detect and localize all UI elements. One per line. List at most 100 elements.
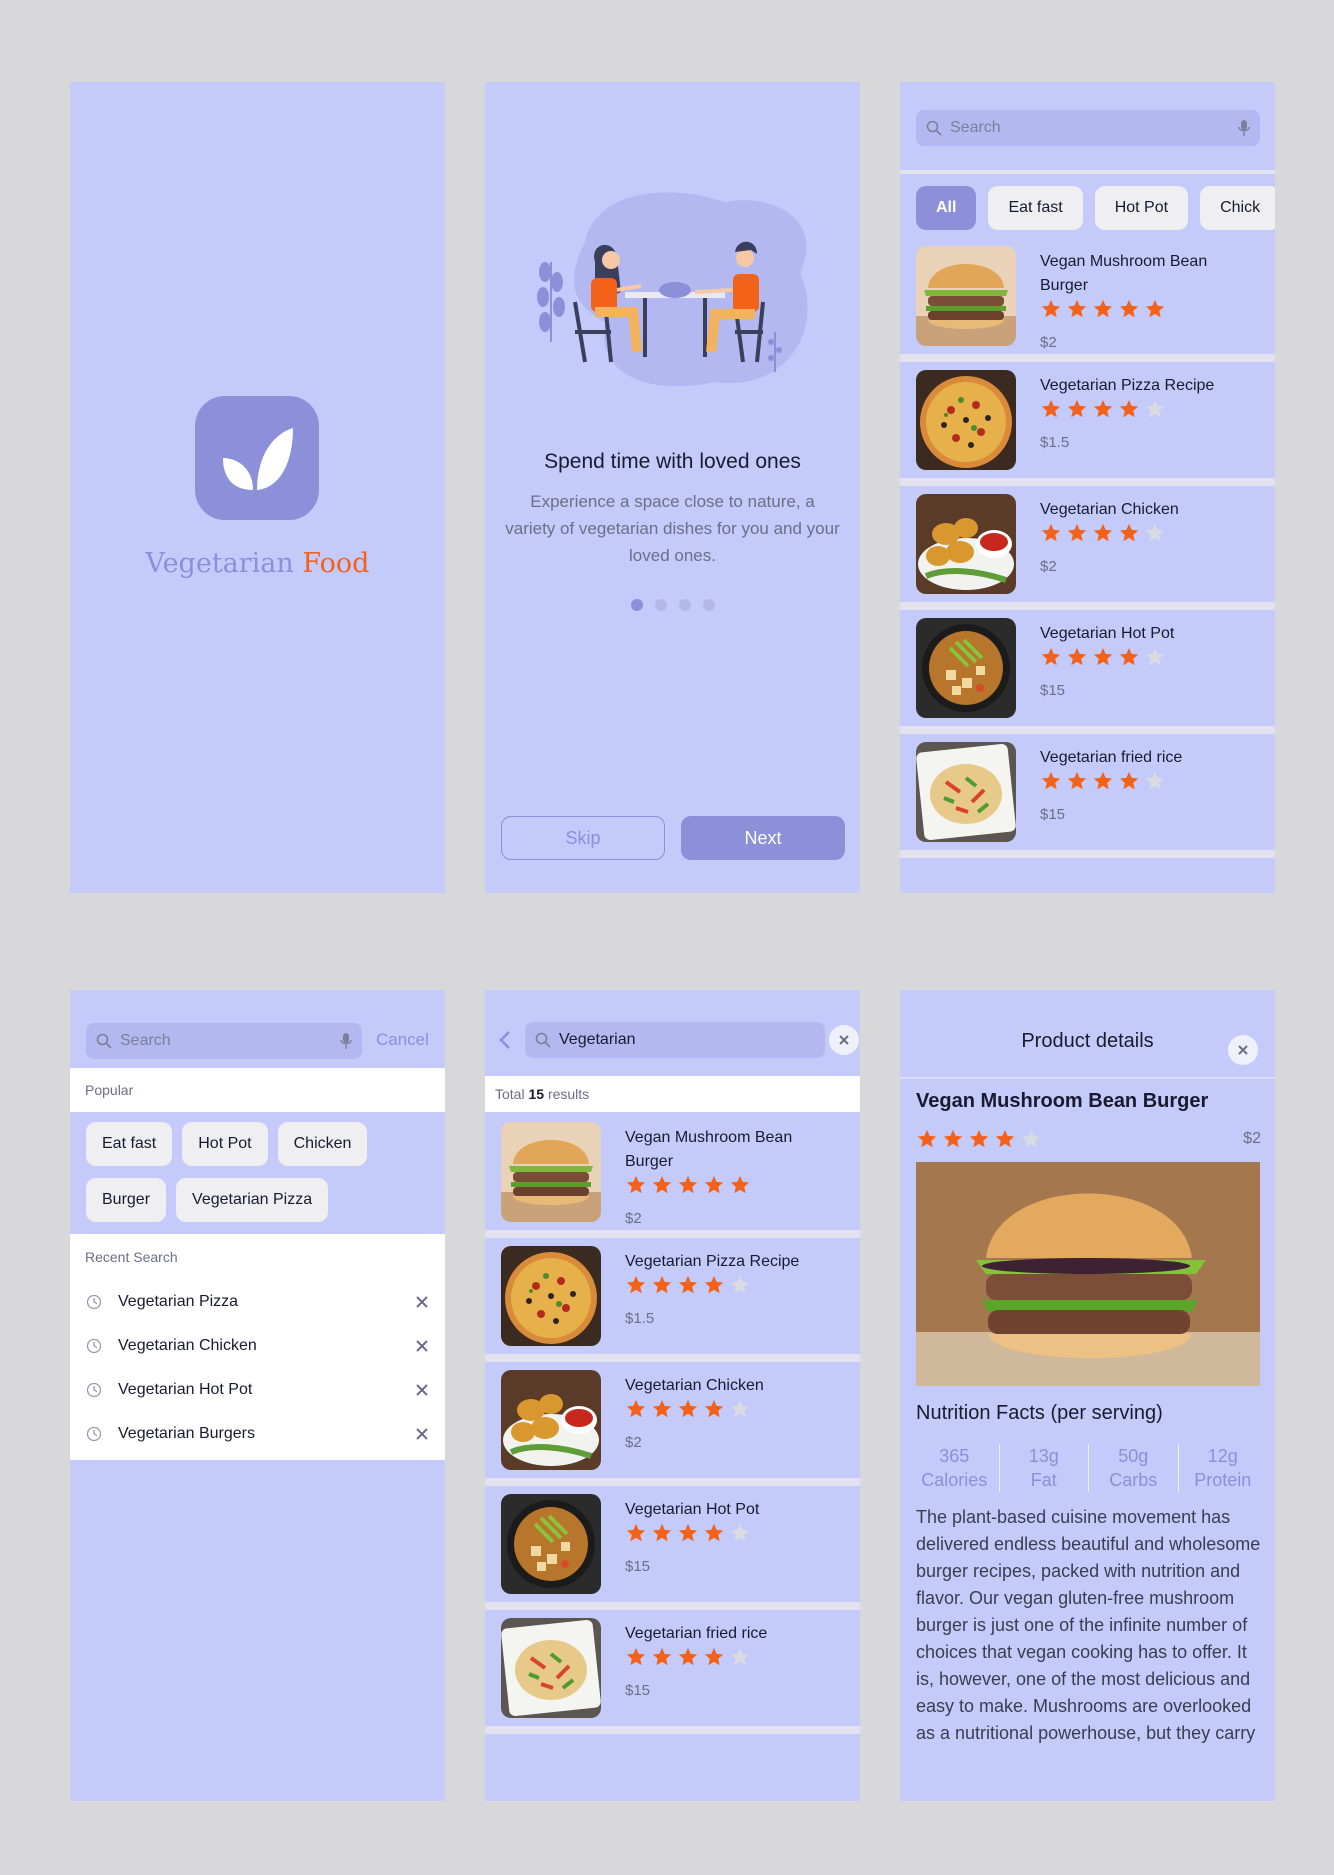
popular-chip[interactable]: Vegetarian Pizza [176, 1178, 329, 1222]
recent-search-item[interactable]: Vegetarian Hot Pot [70, 1368, 445, 1412]
hotpot-image [916, 618, 1016, 718]
star-icon [1145, 299, 1165, 318]
recent-search-item[interactable]: Vegetarian Pizza [70, 1280, 445, 1324]
clear-search-button[interactable] [829, 1025, 859, 1055]
microphone-icon[interactable] [1238, 119, 1250, 137]
product-price: $15 [1040, 806, 1066, 823]
recent-search-text: Vegetarian Hot Pot [118, 1381, 253, 1398]
chip-eat-fast[interactable]: Eat fast [988, 186, 1083, 230]
list-item[interactable]: Vegetarian fried rice $15 [900, 734, 1275, 858]
product-price: $15 [1040, 682, 1066, 699]
nutrition-label: Calories [921, 1470, 988, 1490]
product-thumbnail [916, 246, 1016, 346]
star-icon [704, 1523, 724, 1542]
product-rating [1040, 398, 1166, 420]
burger-image [916, 1162, 1260, 1386]
next-button[interactable]: Next [681, 816, 845, 860]
recent-search-item[interactable]: Vegetarian Chicken [70, 1324, 445, 1368]
cancel-button[interactable]: Cancel [376, 1030, 429, 1050]
search-input[interactable]: Search [86, 1023, 362, 1059]
product-thumbnail [501, 1494, 601, 1594]
search-input[interactable]: Vegetarian [525, 1022, 825, 1058]
star-icon [1093, 647, 1113, 666]
chip-hot-pot[interactable]: Hot Pot [1094, 186, 1189, 230]
remove-icon[interactable] [415, 1383, 429, 1397]
star-icon [1119, 771, 1139, 790]
page-dot[interactable] [678, 599, 691, 611]
back-arrow-icon[interactable] [499, 1030, 511, 1050]
page-dot[interactable] [702, 599, 715, 611]
product-name: Vegan Mushroom Bean Burger [1040, 253, 1208, 294]
microphone-icon[interactable] [340, 1032, 352, 1050]
recent-list: Vegetarian Pizza Vegetarian Chicken Vegeta… [70, 1280, 445, 1456]
popular-chip[interactable]: Eat fast [86, 1122, 173, 1166]
list-item[interactable]: Vegetarian fried rice $15 [485, 1610, 860, 1734]
product-name: Vegetarian Chicken [625, 1377, 764, 1394]
star-icon [678, 1175, 698, 1194]
onboarding-screen: Spend time with loved ones Experience a … [485, 82, 860, 893]
list-item[interactable]: Vegan Mushroom Bean Burger $2 [900, 238, 1275, 362]
list-item[interactable]: Vegetarian Pizza Recipe $1.5 [900, 362, 1275, 486]
product-price: $15 [625, 1682, 651, 1699]
product-rating [625, 1522, 751, 1544]
popular-chip[interactable]: Chicken [277, 1122, 368, 1166]
star-icon [1041, 523, 1061, 542]
popular-chip[interactable]: Hot Pot [182, 1122, 268, 1166]
fried-rice-image [501, 1618, 601, 1718]
star-icon [1119, 299, 1139, 318]
nutrition-carbs: 50g Carbs [1089, 1444, 1179, 1492]
list-item[interactable]: Vegan Mushroom Bean Burger $2 [485, 1114, 860, 1238]
star-icon [1067, 771, 1087, 790]
star-icon [1067, 299, 1087, 318]
remove-icon[interactable] [415, 1295, 429, 1309]
star-icon [917, 1129, 937, 1148]
search-bar[interactable]: Search [916, 110, 1260, 146]
chip-chicken[interactable]: Chick [1200, 186, 1275, 230]
product-rating [625, 1174, 751, 1196]
remove-icon[interactable] [415, 1427, 429, 1441]
popular-chip[interactable]: Burger [86, 1178, 167, 1222]
star-icon [652, 1275, 672, 1294]
list-item[interactable]: Vegetarian Pizza Recipe $1.5 [485, 1238, 860, 1362]
page-dot[interactable] [654, 599, 667, 611]
star-icon [1041, 771, 1061, 790]
page-dot[interactable] [630, 599, 643, 611]
pizza-image [916, 370, 1016, 470]
product-rating [625, 1398, 751, 1420]
list-item[interactable]: Vegetarian Chicken $2 [900, 486, 1275, 610]
recent-header: Recent Search [70, 1234, 445, 1280]
total-prefix: Total [495, 1086, 525, 1102]
product-rating [1040, 770, 1166, 792]
product-thumbnail [501, 1246, 601, 1346]
star-icon [626, 1523, 646, 1542]
chip-all[interactable]: All [916, 186, 977, 230]
search-screen: Search Cancel Popular Eat fast Hot Pot C… [70, 990, 445, 1801]
star-icon [730, 1275, 750, 1294]
nutrition-value: 12g [1207, 1446, 1238, 1466]
star-icon [704, 1647, 724, 1666]
burger-image [501, 1122, 601, 1222]
product-price: $2 [1040, 558, 1057, 575]
star-icon [1119, 399, 1139, 418]
list-item[interactable]: Vegetarian Chicken $2 [485, 1362, 860, 1486]
star-icon [1067, 399, 1087, 418]
product-thumbnail [916, 618, 1016, 718]
nutrition-label: Carbs [1109, 1470, 1158, 1490]
list-item[interactable]: Vegetarian Hot Pot $15 [485, 1486, 860, 1610]
nutrition-value: 13g [1028, 1446, 1059, 1466]
close-button[interactable] [1228, 1035, 1258, 1065]
recent-search-text: Vegetarian Burgers [118, 1425, 255, 1442]
product-name: Vegetarian fried rice [625, 1625, 768, 1642]
star-icon [652, 1523, 672, 1542]
product-thumbnail [501, 1370, 601, 1470]
popular-label: Popular [85, 1082, 134, 1098]
splash-screen: Vegetarian Food [70, 82, 445, 893]
star-icon [704, 1175, 724, 1194]
star-icon [995, 1129, 1015, 1148]
list-item[interactable]: Vegetarian Hot Pot $15 [900, 610, 1275, 734]
search-icon [96, 1033, 112, 1049]
remove-icon[interactable] [415, 1339, 429, 1353]
skip-button[interactable]: Skip [501, 816, 665, 860]
recent-search-item[interactable]: Vegetarian Burgers [70, 1412, 445, 1456]
burger-image [916, 246, 1016, 346]
